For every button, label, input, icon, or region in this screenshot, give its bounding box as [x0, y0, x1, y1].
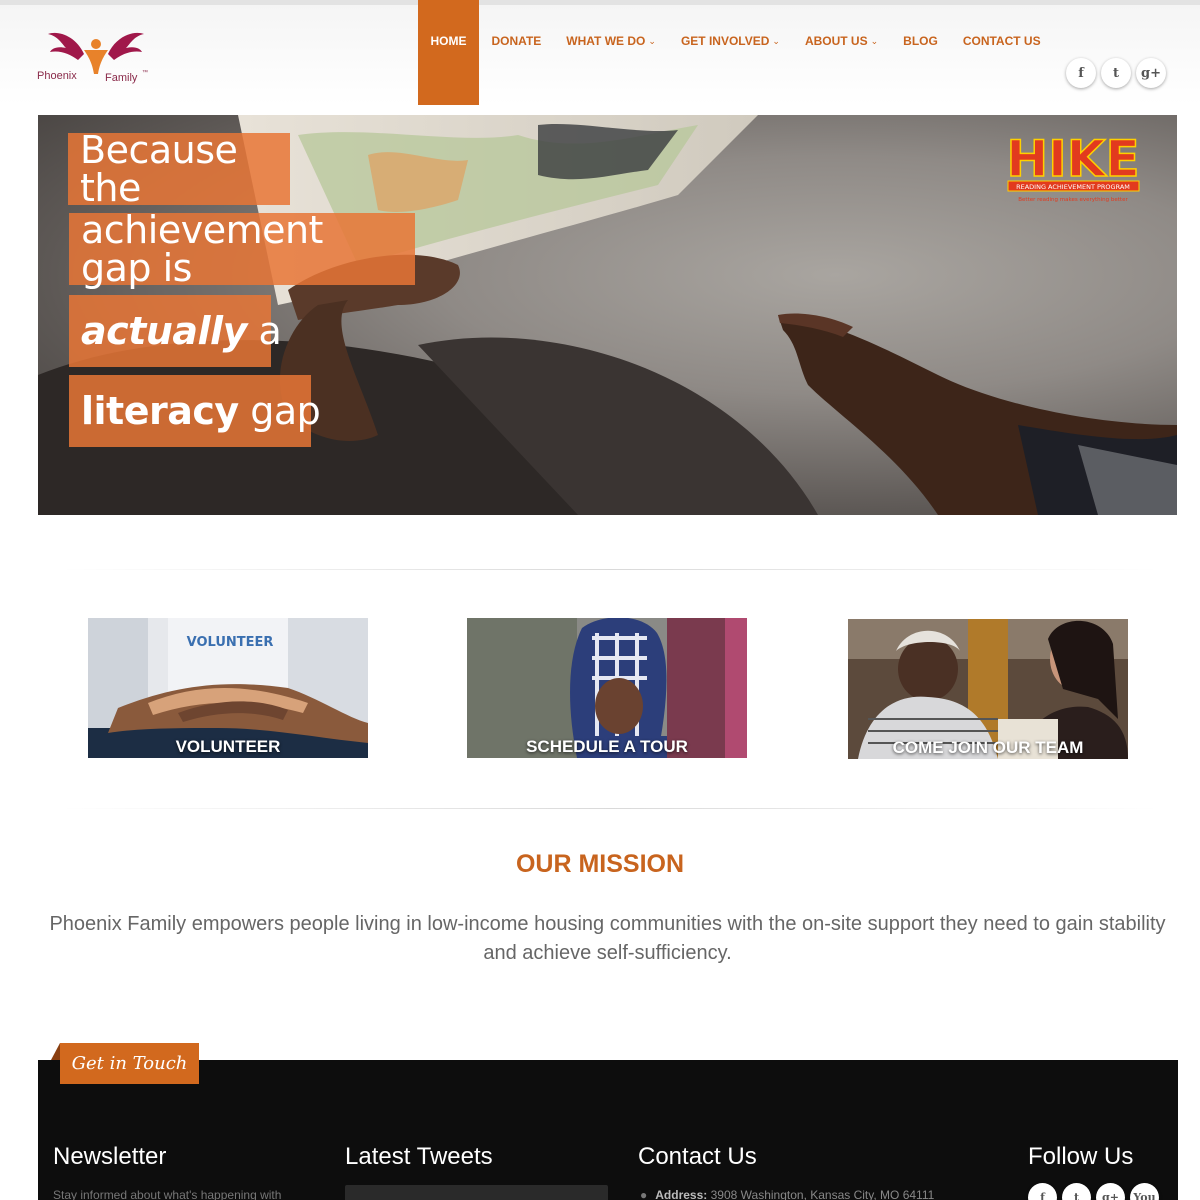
hero-tagline-text-1: Because the	[80, 128, 238, 210]
logo-trademark: ™	[142, 70, 148, 76]
nav-item-home[interactable]: HOME	[418, 0, 479, 105]
main-nav: HOME DONATE WHAT WE DO ⌄ GET INVOLVED ⌄ ABOUT …	[418, 0, 1053, 105]
google-plus-icon[interactable]: g+	[1136, 58, 1166, 88]
svg-text:VOLUNTEER: VOLUNTEER	[187, 635, 274, 650]
nav-item-what-we-do[interactable]: WHAT WE DO ⌄	[554, 0, 669, 105]
phoenix-wings-icon	[48, 32, 144, 74]
facebook-icon[interactable]: f	[1028, 1183, 1057, 1200]
nav-item-donate[interactable]: DONATE	[479, 0, 554, 105]
youtube-icon[interactable]: You	[1130, 1183, 1159, 1200]
hero-tagline-line-4: literacy gap	[69, 375, 321, 447]
newsletter-text: Stay informed about what's happening wit…	[53, 1188, 282, 1200]
nav-item-blog[interactable]: BLOG	[891, 0, 951, 105]
mission-title: OUR MISSION	[515, 850, 685, 878]
logo-word-phoenix: Phoenix	[37, 70, 77, 82]
tile-join-team[interactable]: COME JOIN OUR TEAM	[848, 619, 1128, 759]
contact-us-heading: Contact Us	[638, 1143, 757, 1170]
hero-tagline-text-4: gap	[238, 389, 321, 433]
hero-tagline-text-2: achievement gap is	[81, 208, 323, 290]
phoenix-family-logo[interactable]: Phoenix Family ™	[36, 26, 156, 90]
hero-tagline-line-1: Because the	[68, 128, 290, 210]
address-value: 3908 Washington, Kansas City, MO 64111	[710, 1188, 935, 1200]
hike-logo-graphic: HIKE READING ACHIEVEMENT PROGRAM Better …	[1006, 129, 1141, 203]
footer-address: ● Address: 3908 Washington, Kansas City, …	[640, 1188, 934, 1200]
twitter-icon[interactable]: t	[1101, 58, 1131, 88]
hike-slogan: Better reading makes everything better	[1018, 197, 1128, 203]
section-divider-2	[60, 808, 1160, 809]
tile-schedule-tour-caption: SCHEDULE A TOUR	[526, 737, 688, 756]
get-in-touch-flag: Get in Touch	[60, 1043, 199, 1084]
nav-item-label: GET INVOLVED	[680, 34, 770, 48]
tile-volunteer-caption: VOLUNTEER	[175, 737, 281, 756]
hike-word: HIKE	[1006, 130, 1139, 188]
google-plus-icon[interactable]: g+	[1096, 1183, 1125, 1200]
chevron-down-icon: ⌄	[648, 36, 656, 46]
hero-tagline-line-2: achievement gap is	[69, 208, 415, 290]
footer-social-links: f t g+ You	[1028, 1183, 1159, 1200]
nav-item-label: HOME	[430, 34, 467, 48]
site-footer	[38, 1060, 1178, 1200]
hero-tagline-emph-actually: actually	[81, 309, 247, 353]
nav-item-about-us[interactable]: ABOUT US ⌄	[792, 0, 890, 105]
logo-word-family: Family	[105, 72, 138, 84]
map-pin-icon: ●	[640, 1188, 648, 1200]
facebook-icon[interactable]: f	[1066, 58, 1096, 88]
tile-join-team-caption: COME JOIN OUR TEAM	[892, 738, 1084, 757]
hike-program-logo: HIKE READING ACHIEVEMENT PROGRAM Better …	[1006, 128, 1141, 206]
hero-tagline-text-3: a	[246, 309, 282, 353]
latest-tweets-heading: Latest Tweets	[345, 1143, 493, 1170]
newsletter-heading: Newsletter	[53, 1143, 167, 1170]
hero-tagline-emph-literacy: literacy	[81, 389, 239, 433]
twitter-icon[interactable]: t	[1062, 1183, 1091, 1200]
nav-item-get-involved[interactable]: GET INVOLVED ⌄	[668, 0, 792, 105]
tile-volunteer[interactable]: VOLUNTEER VOLUNTEER	[88, 618, 368, 758]
section-divider-1	[60, 569, 1160, 570]
nav-item-label: BLOG	[903, 34, 938, 48]
header-social-links: f t g+	[1066, 58, 1166, 88]
address-label: Address:	[655, 1188, 708, 1200]
latest-tweets-box	[345, 1185, 608, 1200]
hike-banner: READING ACHIEVEMENT PROGRAM	[1016, 183, 1130, 191]
tile-schedule-tour[interactable]: SCHEDULE A TOUR	[467, 618, 747, 758]
mission-text: Phoenix Family empowers people living in…	[49, 913, 1166, 964]
nav-item-label: CONTACT US	[962, 34, 1041, 48]
hero-tagline-line-3: actually a	[69, 295, 282, 367]
chevron-down-icon: ⌄	[772, 36, 780, 46]
nav-item-contact-us[interactable]: CONTACT US	[950, 0, 1053, 105]
nav-item-label: DONATE	[491, 34, 542, 48]
nav-item-label: ABOUT US	[804, 34, 868, 48]
follow-us-heading: Follow Us	[1028, 1143, 1134, 1170]
hero-slider[interactable]: Because the achievement gap is actually …	[38, 115, 1177, 515]
chevron-down-icon: ⌄	[870, 36, 879, 46]
nav-item-label: WHAT WE DO	[566, 34, 646, 48]
get-in-touch-flag-fold	[51, 1043, 60, 1060]
